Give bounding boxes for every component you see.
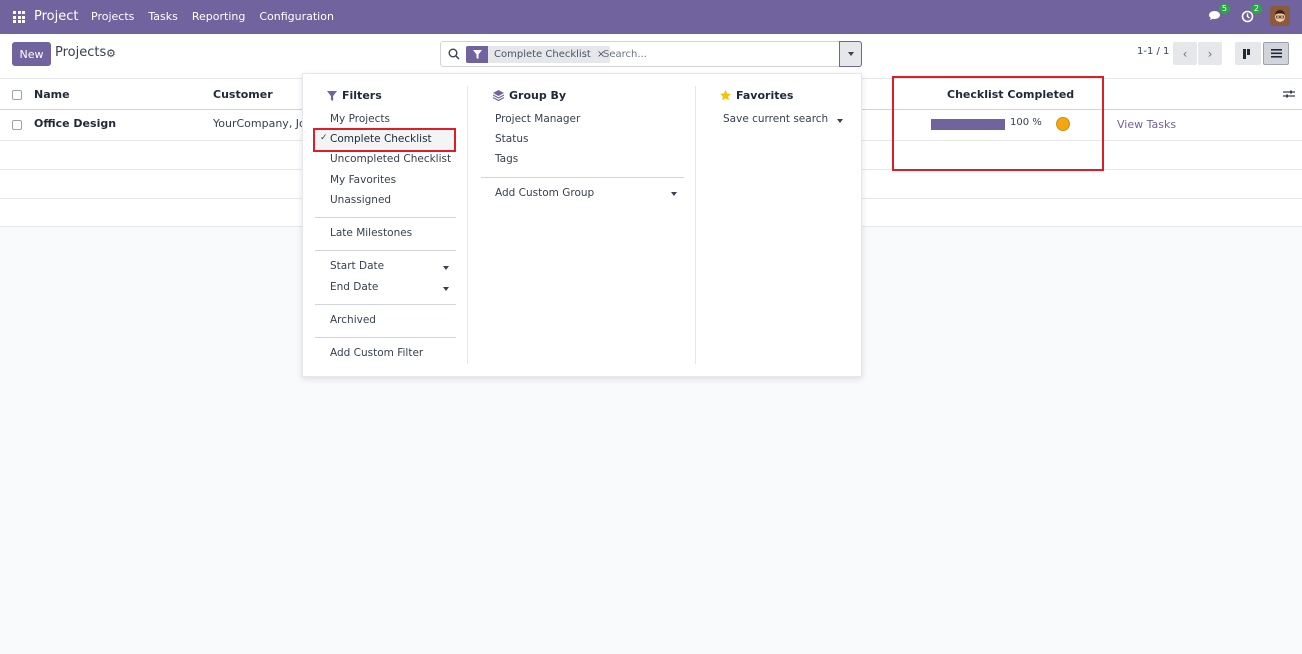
view-tasks-button[interactable]: View Tasks — [1117, 118, 1176, 131]
star-icon — [720, 90, 731, 101]
search-input[interactable] — [603, 45, 833, 63]
divider — [481, 177, 684, 178]
pager-previous-button[interactable]: ‹ — [1173, 42, 1197, 65]
menu-projects[interactable]: Projects — [91, 10, 134, 23]
chevron-down-icon[interactable] — [671, 192, 677, 196]
filter-my-projects[interactable]: My Projects — [330, 113, 390, 125]
user-avatar[interactable] — [1270, 6, 1290, 26]
favorites-panel: Favorites — [720, 89, 793, 102]
column-divider — [467, 86, 468, 364]
filter-end-date[interactable]: End Date — [330, 281, 378, 293]
activity-badge: 2 — [1250, 4, 1262, 14]
kanban-icon — [1242, 48, 1250, 59]
menu-reporting[interactable]: Reporting — [192, 10, 245, 23]
divider — [315, 217, 456, 218]
favorites-header: Favorites — [720, 89, 793, 102]
column-customer[interactable]: Customer — [213, 88, 273, 101]
column-settings-icon[interactable] — [1283, 89, 1295, 99]
filters-header: Filters — [327, 89, 382, 102]
save-current-search[interactable]: Save current search — [723, 113, 828, 125]
filter-archived[interactable]: Archived — [330, 314, 376, 326]
checkmark-icon: ✓ — [320, 133, 328, 143]
select-all-checkbox[interactable] — [12, 90, 22, 100]
chevron-down-icon[interactable] — [837, 119, 843, 123]
filter-start-date[interactable]: Start Date — [330, 260, 384, 272]
page-title[interactable]: Projects — [55, 45, 106, 60]
kanban-view-button[interactable] — [1235, 42, 1261, 65]
layers-icon — [493, 90, 504, 101]
search-facet: Complete Checklist × — [466, 46, 611, 63]
add-custom-filter[interactable]: Add Custom Filter — [330, 347, 423, 359]
top-navbar: Project Projects Tasks Reporting Configu… — [0, 0, 1302, 34]
groupby-panel: Group By — [493, 89, 566, 102]
column-name[interactable]: Name — [34, 88, 70, 101]
facet-label: Complete Checklist — [494, 49, 591, 60]
progress-fill — [931, 119, 1005, 130]
search-options-toggle[interactable] — [839, 41, 862, 67]
filter-icon — [466, 46, 488, 63]
status-indicator[interactable] — [1056, 117, 1070, 131]
divider — [315, 250, 456, 251]
pager-next-button[interactable]: › — [1198, 42, 1222, 65]
row-customer: YourCompany, Joe — [213, 117, 313, 130]
filter-uncompleted-checklist[interactable]: Uncompleted Checklist — [330, 153, 451, 165]
list-icon — [1270, 49, 1282, 58]
search-icon[interactable] — [448, 48, 460, 60]
filter-late-milestones[interactable]: Late Milestones — [330, 227, 412, 239]
divider — [315, 304, 456, 305]
column-divider — [695, 86, 696, 364]
systray: 5 2 — [1206, 4, 1290, 26]
chevron-down-icon[interactable] — [443, 287, 449, 291]
groupby-tags[interactable]: Tags — [495, 153, 518, 165]
menu-tasks[interactable]: Tasks — [148, 10, 177, 23]
groupby-project-manager[interactable]: Project Manager — [495, 113, 580, 125]
progress-label: 100 % — [1010, 117, 1042, 128]
checklist-progress-bar — [931, 119, 1005, 130]
groupby-status[interactable]: Status — [495, 133, 528, 145]
activity-button[interactable]: 2 — [1238, 4, 1262, 25]
row-name: Office Design — [34, 117, 117, 130]
chevron-down-icon[interactable] — [443, 266, 449, 270]
row-checkbox[interactable] — [12, 120, 22, 130]
add-custom-group[interactable]: Add Custom Group — [495, 187, 594, 199]
filter-my-favorites[interactable]: My Favorites — [330, 174, 396, 186]
filters-panel: Filters — [327, 89, 382, 102]
app-name[interactable]: Project — [34, 9, 78, 24]
list-view-button[interactable] — [1263, 42, 1289, 65]
top-menu: Projects Tasks Reporting Configuration — [91, 10, 348, 23]
messages-badge: 5 — [1218, 4, 1230, 14]
gear-icon[interactable]: ⚙ — [106, 47, 116, 60]
new-button[interactable]: New — [12, 42, 51, 66]
filter-complete-checklist[interactable]: ✓ Complete Checklist — [313, 128, 456, 152]
search-options-dropdown: Filters My Projects Uncompleted Checklis… — [302, 73, 862, 377]
column-checklist-completed[interactable]: Checklist Completed — [947, 88, 1074, 101]
groupby-title: Group By — [509, 89, 567, 102]
search-bar: Complete Checklist × — [440, 41, 862, 67]
favorites-title: Favorites — [736, 89, 794, 102]
avatar-face-icon — [1275, 10, 1285, 22]
filter-complete-checklist-label: Complete Checklist — [330, 133, 432, 145]
divider — [315, 337, 456, 338]
menu-configuration[interactable]: Configuration — [259, 10, 334, 23]
app-grid-icon[interactable] — [13, 11, 25, 23]
filters-title: Filters — [342, 89, 382, 102]
pager-value[interactable]: 1-1 / 1 — [1137, 46, 1169, 57]
filter-unassigned[interactable]: Unassigned — [330, 194, 391, 206]
messages-button[interactable]: 5 — [1206, 4, 1230, 25]
filter-icon — [327, 90, 337, 101]
caret-down-icon — [847, 52, 854, 56]
groupby-header: Group By — [493, 89, 566, 102]
